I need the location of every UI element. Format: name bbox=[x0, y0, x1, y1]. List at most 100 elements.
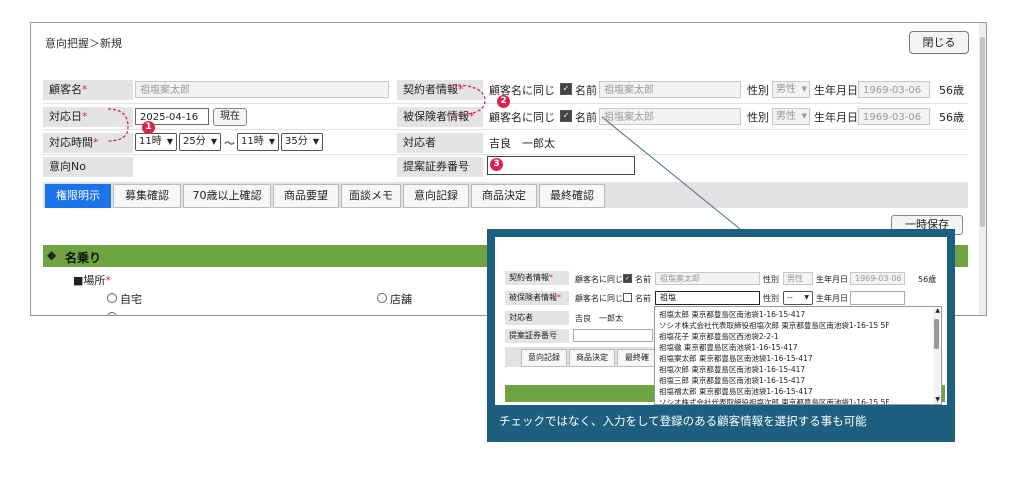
tab-intent-record[interactable]: 意向記録 bbox=[403, 184, 469, 208]
popup-insured-same: 顧客名に同じ bbox=[575, 294, 623, 303]
radio-option[interactable] bbox=[107, 312, 117, 315]
place-label: ■場所* bbox=[73, 274, 111, 287]
badge-2: 2 bbox=[497, 95, 510, 108]
insured-same-checkbox[interactable]: ✓ bbox=[560, 110, 572, 122]
popup-insured-name-label: 名前 bbox=[635, 294, 651, 303]
diamond-icon: ◆ bbox=[47, 248, 57, 262]
end-hour-select[interactable]: 11時 ▼ bbox=[237, 133, 279, 151]
customer-name-field[interactable]: 祖塩案太郎 bbox=[135, 81, 389, 98]
callout-caption: チェックではなく、入力をして登録のある顧客情報を選択する事も可能 bbox=[499, 414, 867, 428]
chevron-down-icon: ▼ bbox=[210, 137, 217, 146]
contractor-dob-label: 生年月日 bbox=[814, 84, 858, 97]
suggestion-item[interactable]: 祖塩徹 東京都豊島区南池袋1-16-15-417 bbox=[659, 342, 798, 353]
divider bbox=[43, 129, 968, 130]
suggestion-item[interactable]: 祖塩三郎 東京都豊島区南池袋1-16-15-417 bbox=[659, 375, 805, 386]
popup-insured-gender-select[interactable]: -- ▼ bbox=[783, 291, 813, 305]
radio-home-label: 自宅 bbox=[120, 293, 142, 306]
popup-insured-label: 被保険者情報* bbox=[505, 291, 569, 305]
chevron-down-icon: ▼ bbox=[804, 294, 809, 301]
tab-recruit-check[interactable]: 募集確認 bbox=[113, 184, 181, 208]
callout-panel: 契約者情報* 顧客名に同じ ✓ 名前 祖塩案太郎 性別 男性 生年月日 1969… bbox=[487, 229, 955, 442]
chevron-down-icon: ▼ bbox=[312, 137, 319, 146]
contractor-gender-select[interactable]: 男性 ▼ bbox=[772, 81, 810, 98]
breadcrumb: 意向把握＞新規 bbox=[45, 37, 122, 50]
tab-product-decision[interactable]: 商品決定 bbox=[471, 184, 537, 208]
suggestion-item[interactable]: 祖塩花子 東京都豊島区西池袋2-2-1 bbox=[659, 331, 779, 342]
contractor-age: 56歳 bbox=[939, 84, 964, 97]
end-minute-select[interactable]: 35分 ▼ bbox=[281, 133, 323, 151]
badge-3: 3 bbox=[490, 158, 503, 171]
handler-value: 吉良 一郎太 bbox=[489, 137, 555, 150]
popup-insured-gender-label: 性別 bbox=[763, 294, 779, 303]
handler-label: 対応者 bbox=[397, 133, 483, 153]
popup-handler-value: 吉良 一郎太 bbox=[575, 314, 623, 323]
radio-store[interactable] bbox=[377, 293, 387, 303]
popup-handler-label: 対応者 bbox=[505, 311, 569, 325]
suggestion-item[interactable]: ソシオ株式会社代表取締役祖塩次郎 東京都豊島区南池袋1-16-15 5F bbox=[659, 397, 890, 404]
suggestion-item[interactable]: 祖塩太郎 東京都豊島区南池袋1-16-15-417 bbox=[659, 309, 805, 320]
insured-dob-field[interactable]: 1969-03-06 bbox=[858, 108, 930, 125]
popup-insured-dob-label: 生年月日 bbox=[816, 294, 848, 303]
popup-tab-final-check[interactable]: 最終確 bbox=[617, 349, 657, 367]
popup-contractor-name-field[interactable]: 祖塩案太郎 bbox=[655, 272, 760, 285]
dropdown-scroll-thumb[interactable] bbox=[934, 319, 939, 349]
scroll-up-icon[interactable]: ▲ bbox=[935, 307, 940, 314]
chevron-down-icon: ▼ bbox=[166, 137, 173, 146]
suggestion-item[interactable]: ソシオ株式会社代表取締役祖塩次郎 東京都豊島区南池袋1-16-15 5F bbox=[659, 320, 890, 331]
popup-contractor-gender-select[interactable]: 男性 bbox=[783, 272, 813, 285]
tab-interview-memo[interactable]: 面談メモ bbox=[341, 184, 401, 208]
popup-contractor-checkbox[interactable]: ✓ bbox=[623, 274, 632, 283]
start-minute-select[interactable]: 25分 ▼ bbox=[179, 133, 221, 151]
insured-same-label: 顧客名に同じ bbox=[489, 111, 555, 124]
tab-authority[interactable]: 権限明示 bbox=[45, 184, 111, 208]
suggestion-item[interactable]: 祖塩案太郎 東京都豊島区南池袋1-16-15-417 bbox=[659, 353, 813, 364]
insured-age: 56歳 bbox=[939, 111, 964, 124]
tab-final-check[interactable]: 最終確認 bbox=[539, 184, 605, 208]
close-button[interactable]: 閉じる bbox=[909, 31, 969, 54]
divider bbox=[43, 154, 968, 155]
popup-tab-intent-record[interactable]: 意向記録 bbox=[521, 349, 567, 367]
popup-contractor-dob-label: 生年月日 bbox=[816, 275, 848, 284]
suggestion-item[interactable]: 祖塩福太郎 東京都豊島区南池袋1-16-15-417 bbox=[659, 386, 813, 397]
proposal-no-label: 提案証券番号 bbox=[397, 157, 483, 177]
contractor-gender-label: 性別 bbox=[747, 84, 769, 97]
callout-bracket bbox=[107, 108, 129, 142]
popup-proposal-field[interactable] bbox=[573, 329, 653, 342]
connector-line bbox=[601, 116, 741, 230]
badge-1: 1 bbox=[142, 121, 155, 134]
popup-proposal-label: 提案証券番号 bbox=[505, 329, 569, 343]
time-separator: ～ bbox=[224, 137, 235, 150]
chevron-down-icon: ▼ bbox=[801, 112, 807, 120]
now-button[interactable]: 現在 bbox=[213, 108, 247, 126]
popup-insured-dob-field[interactable] bbox=[850, 291, 905, 305]
popup-contractor-label: 契約者情報* bbox=[505, 271, 569, 285]
insured-dob-label: 生年月日 bbox=[814, 111, 858, 124]
callout-screenshot: 契約者情報* 顧客名に同じ ✓ 名前 祖塩案太郎 性別 男性 生年月日 1969… bbox=[495, 237, 947, 405]
insured-gender-select[interactable]: 男性 ▼ bbox=[772, 108, 810, 125]
section-title: 名乗り bbox=[65, 251, 102, 265]
intent-no-label: 意向No bbox=[43, 157, 133, 177]
chevron-down-icon: ▼ bbox=[268, 137, 275, 146]
scrollbar-thumb[interactable] bbox=[980, 37, 985, 227]
popup-insured-name-input[interactable]: 祖塩 bbox=[655, 291, 760, 305]
contractor-same-checkbox[interactable]: ✓ bbox=[560, 83, 572, 95]
popup-insured-checkbox[interactable] bbox=[623, 293, 632, 302]
contractor-name-field[interactable]: 祖塩案太郎 bbox=[599, 81, 741, 98]
radio-store-label: 店舗 bbox=[390, 293, 412, 306]
suggestion-item[interactable]: 祖塩次郎 東京都豊島区南池袋1-16-15-417 bbox=[659, 364, 805, 375]
popup-contractor-gender-label: 性別 bbox=[763, 275, 779, 284]
contractor-name-label: 名前 bbox=[575, 84, 597, 97]
popup-contractor-age: 56歳 bbox=[918, 275, 937, 284]
popup-tab-product-decision[interactable]: 商品決定 bbox=[569, 349, 615, 367]
tab-over70-check[interactable]: 70歳以上確認 bbox=[183, 184, 271, 208]
popup-contractor-same: 顧客名に同じ bbox=[575, 275, 623, 284]
radio-home[interactable] bbox=[107, 293, 117, 303]
tab-product-request[interactable]: 商品要望 bbox=[273, 184, 339, 208]
contractor-dob-field[interactable]: 1969-03-06 bbox=[858, 81, 930, 98]
insured-name-label: 名前 bbox=[575, 111, 597, 124]
suggestion-dropdown[interactable]: 祖塩太郎 東京都豊島区南池袋1-16-15-417 ソシオ株式会社代表取締役祖塩… bbox=[654, 306, 942, 405]
insured-gender-label: 性別 bbox=[747, 111, 769, 124]
chevron-down-icon: ▼ bbox=[801, 85, 807, 93]
popup-contractor-dob-field[interactable]: 1969-03-06 bbox=[850, 272, 905, 285]
scroll-down-icon[interactable]: ▼ bbox=[935, 396, 940, 403]
